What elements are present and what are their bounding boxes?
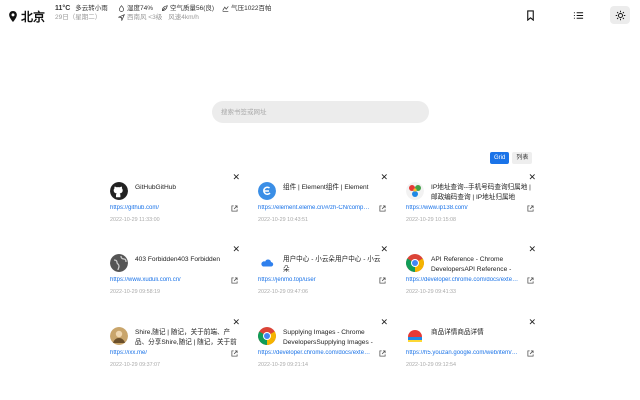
ip138-icon — [406, 182, 424, 200]
close-icon[interactable]: ✕ — [232, 173, 240, 182]
external-link-icon[interactable] — [231, 350, 238, 357]
bookmark-title: 商品详情商品详情 — [431, 329, 484, 336]
bookmark-time: 2022-10-29 09:12:54 — [406, 362, 457, 368]
bookmark-time: 2022-10-29 11:33:00 — [110, 217, 160, 223]
weather-panel: 11°C 多云转小雨 29日（星期二） — [55, 4, 108, 22]
list-view-button[interactable]: 列表 — [512, 152, 533, 164]
close-icon[interactable]: ✕ — [380, 318, 388, 327]
bookmark-time: 2022-10-29 10:15:08 — [406, 217, 457, 223]
external-link-icon[interactable] — [379, 205, 386, 212]
github-icon — [110, 182, 128, 200]
external-link-icon[interactable] — [231, 205, 238, 212]
bookmark-url[interactable]: https://h5.youzan.google.com/web/item/de… — [406, 350, 520, 356]
shop-icon — [406, 327, 424, 345]
humidity-text: 湿度74% — [127, 5, 154, 12]
bookmark-title: IP地址查询--手机号码查询归属地 | 邮政编码查询 | IP地址归属地 — [431, 184, 531, 201]
temperature: 11°C — [55, 5, 71, 12]
air-quality: 空气质量56(良) — [161, 4, 214, 13]
bookmark-time: 2022-10-29 09:58:19 — [110, 289, 161, 295]
bookmark-card[interactable]: ✕ 用户中心 - 小云朵用户中心 - 小云朵 https://jenmo.top… — [258, 245, 388, 307]
bookmark-button[interactable] — [520, 6, 540, 24]
external-link-icon[interactable] — [527, 350, 534, 357]
location[interactable]: 北京 — [8, 8, 45, 25]
bookmark-time: 2022-10-29 09:21:14 — [258, 362, 309, 368]
bookmark-time: 2022-10-29 09:41:33 — [406, 289, 457, 295]
external-link-icon[interactable] — [527, 205, 534, 212]
bookmark-url[interactable]: https://ixx.me/ — [110, 350, 224, 356]
location-pin-icon — [9, 11, 17, 22]
bookmark-title: Shire,随记 | 随记，关于前端、产品、分享Shire,随记 | 随记，关于… — [135, 329, 237, 346]
pressure-text: 气压1022百帕 — [231, 5, 272, 12]
weather-condition: 多云转小雨 — [75, 5, 108, 12]
bookmark-title: Supplying Images - Chrome DevelopersSupp… — [283, 329, 373, 346]
bookmark-time: 2022-10-29 09:37:07 — [110, 362, 161, 368]
bookmark-url[interactable]: https://element.eleme.cn/#/zh-CN/compone… — [258, 205, 372, 211]
chrome-icon — [406, 254, 424, 272]
bookmark-card[interactable]: ✕ 组件 | Element组件 | Element https://eleme… — [258, 173, 388, 235]
wind-direction: 西南风 <3级 — [127, 14, 163, 21]
bookmark-title: 用户中心 - 小云朵用户中心 - 小云朵 — [283, 256, 381, 273]
theme-toggle-button[interactable] — [610, 6, 630, 24]
bookmark-card[interactable]: ✕ GitHubGitHub https://github.com/ 2022-… — [110, 173, 240, 235]
search-input[interactable] — [212, 101, 429, 123]
wind: 西南风 <3级 风速4km/h — [118, 13, 199, 22]
bookmark-card[interactable]: ✕ Supplying Images - Chrome DevelopersSu… — [258, 318, 388, 380]
close-icon[interactable]: ✕ — [528, 173, 536, 182]
close-icon[interactable]: ✕ — [528, 245, 536, 254]
top-bar: 北京 11°C 多云转小雨 29日（星期二） 湿度74% 空气质量56(良) 气… — [0, 0, 640, 30]
list-button[interactable] — [568, 6, 588, 24]
weather-date: 29日（星期二） — [55, 14, 102, 21]
weather-details: 湿度74% 空气质量56(良) 气压1022百帕 西南风 <3级 风速4km/h — [118, 4, 280, 22]
pressure: 气压1022百帕 — [222, 4, 272, 13]
cloud-icon — [258, 254, 276, 272]
avatar-icon — [110, 327, 128, 345]
bookmark-card[interactable]: ✕ API Reference - Chrome DevelopersAPI R… — [406, 245, 536, 307]
bookmark-card[interactable]: ✕ Shire,随记 | 随记，关于前端、产品、分享Shire,随记 | 随记，… — [110, 318, 240, 380]
bookmark-time: 2022-10-29 09:47:06 — [258, 289, 309, 295]
bookmark-card[interactable]: ✕ 403 Forbidden403 Forbidden https://www… — [110, 245, 240, 307]
bookmark-time: 2022-10-29 10:43:51 — [258, 217, 309, 223]
bookmark-card[interactable]: ✕ IP地址查询--手机号码查询归属地 | 邮政编码查询 | IP地址归属地 h… — [406, 173, 536, 235]
bookmark-card[interactable]: ✕ 商品详情商品详情 https://h5.youzan.google.com/… — [406, 318, 536, 380]
grid-view-button[interactable]: Grid — [490, 152, 510, 164]
external-link-icon[interactable] — [527, 277, 534, 284]
external-link-icon[interactable] — [231, 277, 238, 284]
bookmark-url[interactable]: https://developer.chrome.com/docs/extens… — [258, 350, 372, 356]
close-icon[interactable]: ✕ — [232, 245, 240, 254]
bookmark-title: 403 Forbidden403 Forbidden — [135, 256, 221, 263]
bookmark-title: API Reference - Chrome DevelopersAPI Ref… — [431, 256, 512, 273]
city-name: 北京 — [21, 10, 46, 24]
external-link-icon[interactable] — [379, 277, 386, 284]
sun-icon — [615, 10, 625, 20]
view-toggle: Grid 列表 — [490, 152, 533, 164]
bookmark-url[interactable]: https://www.ip138.com/ — [406, 205, 520, 211]
gauge-icon — [222, 6, 229, 12]
navigation-arrow-icon — [118, 14, 125, 21]
humidity: 湿度74% — [118, 4, 153, 13]
air-quality-text: 空气质量56(良) — [170, 5, 215, 12]
bookmark-url[interactable]: https://jenmo.top/user — [258, 277, 372, 283]
list-icon — [573, 11, 583, 19]
globe-icon — [110, 254, 128, 272]
bookmark-url[interactable]: https://www.xuduli.com.cn/ — [110, 277, 224, 283]
leaf-icon — [162, 5, 168, 11]
bookmark-title: 组件 | Element组件 | Element — [283, 184, 369, 191]
bookmark-url[interactable]: https://developer.chrome.com/docs/extens… — [406, 277, 520, 283]
external-link-icon[interactable] — [379, 350, 386, 357]
toolbar — [520, 6, 630, 24]
close-icon[interactable]: ✕ — [380, 173, 388, 182]
bookmark-title: GitHubGitHub — [135, 184, 177, 191]
close-icon[interactable]: ✕ — [232, 318, 240, 327]
close-icon[interactable]: ✕ — [380, 245, 388, 254]
element-icon — [258, 182, 276, 200]
chrome-icon — [258, 327, 276, 345]
close-icon[interactable]: ✕ — [528, 318, 536, 327]
droplet-icon — [119, 5, 124, 12]
wind-speed: 风速4km/h — [168, 14, 199, 21]
bookmark-icon — [526, 9, 534, 21]
bookmark-url[interactable]: https://github.com/ — [110, 205, 224, 211]
